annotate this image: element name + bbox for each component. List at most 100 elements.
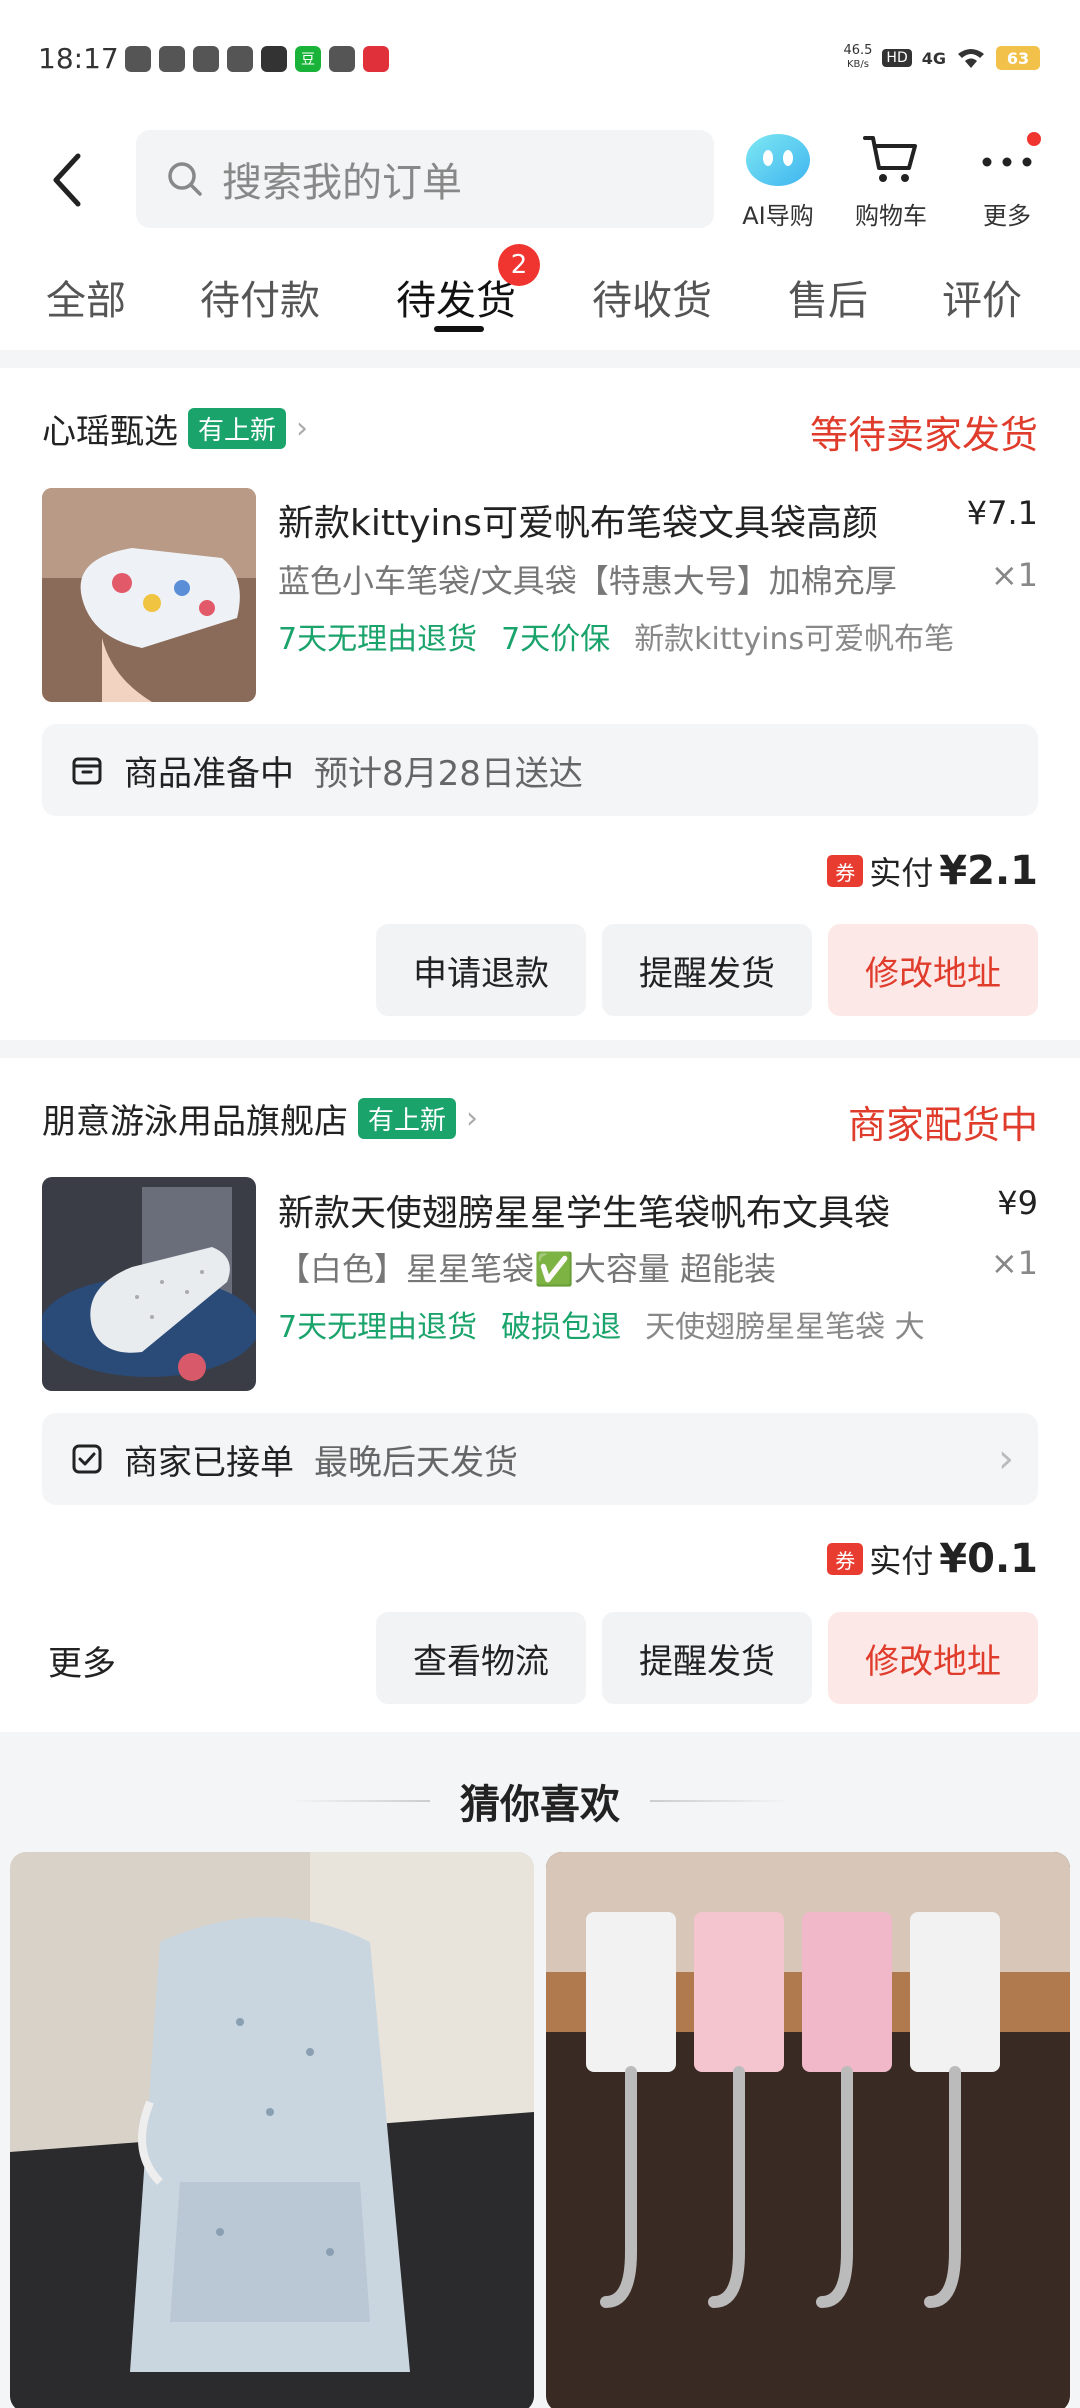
damage-return-tag: 破损包退	[501, 1310, 622, 1345]
modify-address-button[interactable]: 修改地址	[828, 924, 1038, 1016]
chevron-right-icon: ›	[296, 411, 309, 446]
paid-amount: ¥2.1	[939, 848, 1038, 894]
cart-label: 购物车	[855, 202, 927, 230]
red-app-icon	[363, 46, 389, 72]
douban-icon: 豆	[295, 46, 321, 72]
hooks-image	[546, 1852, 1070, 2408]
weibo-icon	[159, 46, 185, 72]
cart-button[interactable]: 购物车	[836, 128, 946, 231]
product-spec: 【白色】星星笔袋✅大容量 超能装	[278, 1250, 777, 1288]
product-subtitle-tag: 新款kittyins可爱帆布笔	[634, 622, 955, 657]
product-quantity: ×1	[990, 1244, 1038, 1282]
notification-dot	[1027, 132, 1041, 146]
shop-name: 心瑶甄选	[42, 412, 178, 452]
return-policy-tag: 7天无理由退货	[278, 622, 478, 657]
shipping-deadline: 最晚后天发货	[314, 1442, 518, 1483]
shopping-cart-icon	[863, 136, 917, 182]
remind-shipment-button[interactable]: 提醒发货	[602, 924, 812, 1016]
signal-icon: 4G	[921, 48, 946, 68]
product-title[interactable]: 新款kittyins可爱帆布笔袋文具袋高颜	[278, 494, 958, 546]
merchant-status: 商家已接单	[124, 1442, 294, 1483]
shop-name-link[interactable]: 心瑶甄选 有上新 ›	[42, 404, 308, 453]
wechat-icon	[227, 46, 253, 72]
status-time: 18:17	[38, 42, 119, 75]
price-protect-tag: 7天价保	[501, 622, 611, 657]
modify-address-button[interactable]: 修改地址	[828, 1612, 1038, 1704]
new-arrivals-badge: 有上新	[358, 1098, 457, 1139]
divider-line	[650, 1800, 790, 1802]
order-status: 商家配货中	[847, 1103, 1038, 1147]
search-icon	[168, 162, 202, 196]
more-actions-link[interactable]: 更多	[48, 1636, 116, 1685]
notification-icons: 豆	[125, 46, 389, 72]
ai-shopping-button[interactable]: AI导购	[723, 128, 833, 231]
recommend-product-card[interactable]	[10, 1852, 534, 2408]
new-arrivals-badge: 有上新	[188, 408, 287, 449]
star-pencil-case-image	[42, 1177, 256, 1391]
status-bar: 18:17 豆 46.5 KB/s HD 4G 63	[0, 0, 1080, 120]
delivery-status: 商品准备中	[124, 753, 294, 794]
divider-line	[290, 1800, 430, 1802]
chevron-right-icon: ›	[466, 1101, 479, 1136]
product-price: ¥7.1	[966, 494, 1038, 532]
order-status: 等待卖家发货	[809, 413, 1038, 457]
recommend-header: 猜你喜欢	[0, 1772, 1080, 1830]
coupon-icon: 券	[827, 1543, 864, 1575]
more-icon-wrap	[977, 128, 1041, 188]
recommend-title: 猜你喜欢	[460, 1782, 620, 1828]
divider	[0, 1040, 1080, 1058]
tab-review[interactable]: 评价	[942, 268, 1022, 326]
package-icon	[72, 757, 102, 785]
hd-icon: HD	[882, 49, 912, 67]
tab-after-sales[interactable]: 售后	[788, 268, 868, 326]
delivery-estimate: 预计8月28日送达	[314, 753, 583, 794]
remind-shipment-button[interactable]: 提醒发货	[602, 1612, 812, 1704]
paid-label: 实付	[869, 854, 934, 892]
tab-pending-receipt[interactable]: 待收货	[592, 268, 712, 326]
checkbox-check-icon	[72, 1444, 102, 1474]
product-image[interactable]	[42, 1177, 256, 1391]
backpack-image	[10, 1852, 534, 2408]
tab-all[interactable]: 全部	[46, 268, 126, 326]
view-logistics-button[interactable]: 查看物流	[376, 1612, 586, 1704]
active-tab-indicator	[434, 326, 484, 332]
paid-amount-row: 券 实付 ¥2.1	[827, 848, 1038, 894]
app-notification-icon	[125, 46, 151, 72]
ai-shopping-label: AI导购	[742, 202, 814, 230]
product-price: ¥9	[997, 1184, 1038, 1222]
tab-badge: 2	[498, 244, 540, 286]
order-accepted-bar[interactable]: 商家已接单 最晚后天发货 ›	[42, 1413, 1038, 1505]
back-arrow-icon[interactable]	[48, 150, 88, 210]
product-tags: 7天无理由退货 7天价保 新款kittyins可爱帆布笔	[278, 614, 990, 658]
product-quantity: ×1	[990, 556, 1038, 594]
order-search-input[interactable]: 搜索我的订单	[136, 130, 714, 228]
net-speed: 46.5 KB/s	[843, 43, 873, 71]
more-button[interactable]: 更多	[952, 128, 1062, 231]
tab-pending-payment[interactable]: 待付款	[200, 268, 320, 326]
divider	[0, 350, 1080, 368]
chevron-right-icon: ›	[998, 1436, 1014, 1482]
paid-label: 实付	[869, 1542, 934, 1580]
product-subtitle-tag: 天使翅膀星星笔袋 大	[645, 1310, 925, 1345]
product-spec: 蓝色小车笔袋/文具袋【特惠大号】加棉充厚	[278, 562, 897, 600]
request-refund-button[interactable]: 申请退款	[376, 924, 586, 1016]
product-title[interactable]: 新款天使翅膀星星学生笔袋帆布文具袋	[278, 1184, 958, 1236]
battery-icon: 63	[996, 46, 1040, 70]
recommend-product-card[interactable]	[546, 1852, 1070, 2408]
tiktok-icon	[261, 46, 287, 72]
book-icon	[329, 46, 355, 72]
paid-amount: ¥0.1	[939, 1536, 1038, 1582]
more-label: 更多	[983, 202, 1031, 230]
tab-pending-shipment[interactable]: 待发货	[396, 268, 516, 326]
paid-amount-row: 券 实付 ¥0.1	[827, 1536, 1038, 1582]
ai-assistant-icon	[746, 134, 810, 186]
delivery-info-bar[interactable]: 商品准备中 预计8月28日送达	[42, 724, 1038, 816]
pencil-case-image	[42, 488, 256, 702]
coupon-icon: 券	[827, 855, 864, 887]
shop-name: 朋意游泳用品旗舰店	[42, 1102, 348, 1142]
shop-name-link[interactable]: 朋意游泳用品旗舰店 有上新 ›	[42, 1094, 478, 1143]
order-tabs: 全部 待付款 待发货 2 待收货 售后 评价	[0, 244, 1080, 338]
at-icon	[193, 46, 219, 72]
wifi-icon	[958, 49, 984, 68]
product-image[interactable]	[42, 488, 256, 702]
